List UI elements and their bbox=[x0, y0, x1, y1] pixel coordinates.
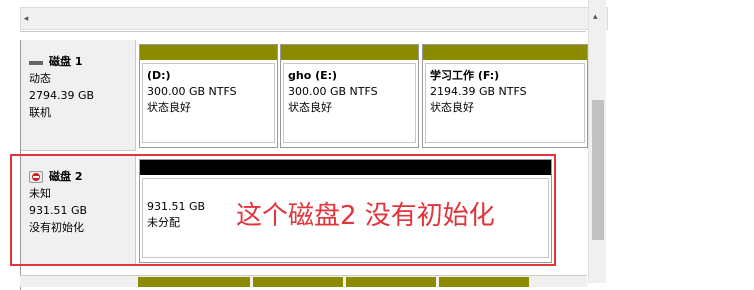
scroll-up-icon[interactable]: ▴ bbox=[593, 12, 598, 22]
partition-bar bbox=[281, 45, 418, 60]
partition-bar bbox=[140, 45, 277, 60]
disk-row: 磁盘 1 动态 2794.39 GB 联机 (D:) 300.00 GB NTF… bbox=[21, 40, 588, 151]
partition-status: 状态良好 bbox=[288, 101, 332, 114]
next-disk-row bbox=[20, 275, 587, 287]
partition-name: gho (E:) bbox=[288, 69, 338, 82]
partition-name: 学习工作 (F:) bbox=[430, 69, 500, 82]
scroll-left-icon[interactable]: ◂ bbox=[21, 14, 31, 24]
partition-d[interactable]: (D:) 300.00 GB NTFS 状态良好 bbox=[139, 44, 278, 148]
unallocated-bar bbox=[140, 160, 551, 175]
disk-layout-area: 磁盘 1 动态 2794.39 GB 联机 (D:) 300.00 GB NTF… bbox=[20, 40, 588, 290]
partition-e[interactable]: gho (E:) 300.00 GB NTFS 状态良好 bbox=[280, 44, 419, 148]
disk-size: 2794.39 GB bbox=[29, 89, 95, 102]
partition-status: 状态良好 bbox=[147, 101, 191, 114]
scrollbar-thumb[interactable] bbox=[592, 100, 604, 240]
disk-title: 磁盘 2 bbox=[49, 170, 83, 183]
disk-icon bbox=[29, 60, 43, 65]
disk-title: 磁盘 1 bbox=[49, 55, 83, 68]
partition-name: (D:) bbox=[147, 69, 171, 82]
disk-type: 未知 bbox=[29, 187, 51, 200]
partition-size: 300.00 GB NTFS bbox=[288, 85, 378, 98]
disk-size: 931.51 GB bbox=[29, 204, 88, 217]
disk-2-label[interactable]: 磁盘 2 未知 931.51 GB 没有初始化 bbox=[21, 155, 136, 266]
partition-f[interactable]: 学习工作 (F:) 2194.39 GB NTFS 状态良好 bbox=[422, 44, 588, 148]
annotation-text: 这个磁盘2 没有初始化 bbox=[236, 201, 495, 231]
uninitialized-disk-icon bbox=[29, 170, 43, 183]
disk-1-label[interactable]: 磁盘 1 动态 2794.39 GB 联机 bbox=[21, 40, 136, 151]
disk-status: 没有初始化 bbox=[29, 221, 84, 234]
disk-status: 联机 bbox=[29, 106, 51, 119]
vertical-scrollbar[interactable]: ▴ bbox=[588, 0, 606, 283]
divider bbox=[20, 31, 586, 32]
partition-bar bbox=[423, 45, 587, 60]
horizontal-scrollbar[interactable]: ◂ ▸ bbox=[20, 7, 608, 30]
partition-size: 2194.39 GB NTFS bbox=[430, 85, 527, 98]
disk-type: 动态 bbox=[29, 72, 51, 85]
partition-status: 状态良好 bbox=[430, 101, 474, 114]
partition-size: 300.00 GB NTFS bbox=[147, 85, 237, 98]
